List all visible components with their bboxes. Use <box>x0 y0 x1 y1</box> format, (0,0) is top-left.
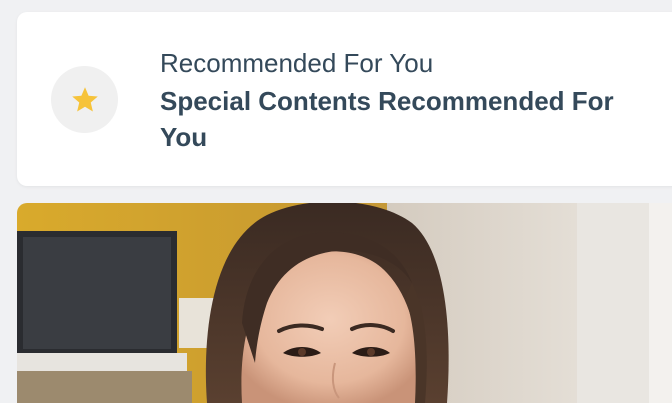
recommended-subtitle: Recommended For You <box>160 48 434 78</box>
feature-photo-card[interactable] <box>17 203 672 403</box>
recommended-badge <box>51 66 118 133</box>
recommended-title: Special Contents Recommended For You <box>160 86 614 152</box>
recommended-card[interactable]: Recommended For You Special Contents Rec… <box>17 12 672 186</box>
woman-portrait-photo <box>17 203 672 403</box>
star-icon <box>71 86 98 111</box>
